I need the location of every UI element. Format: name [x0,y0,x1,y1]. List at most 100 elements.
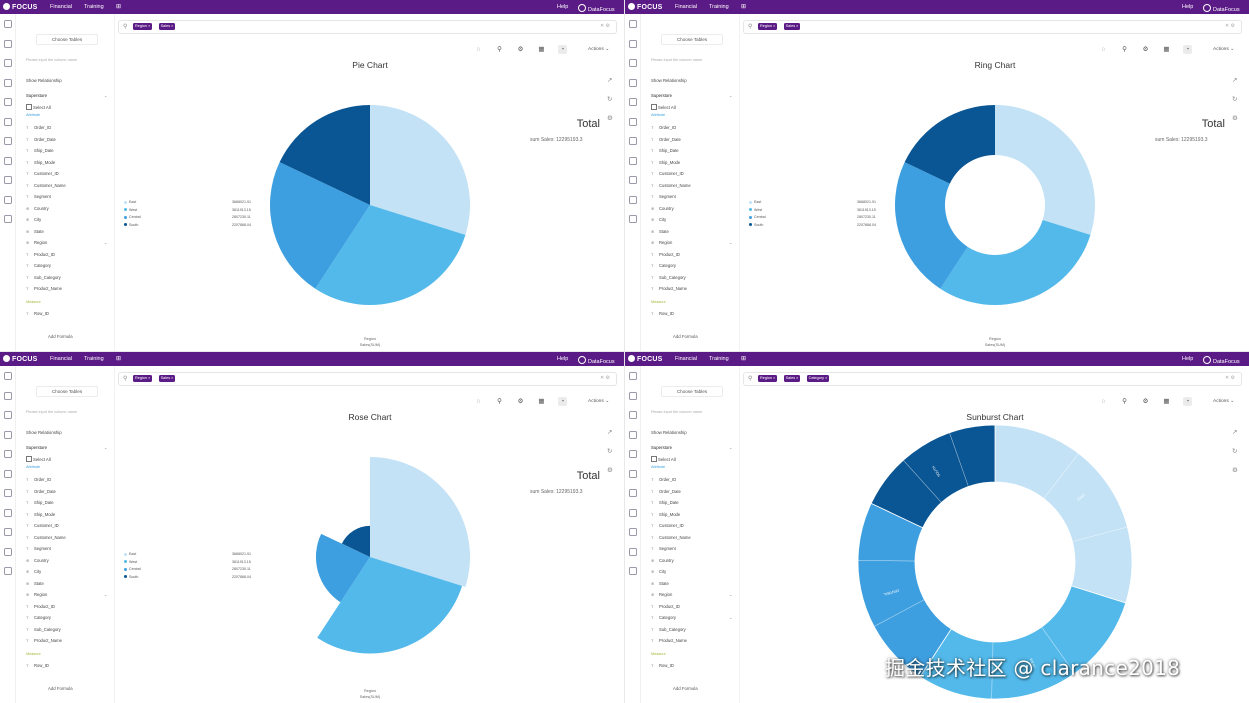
field-item[interactable]: T Customer_ID [26,171,59,176]
logo[interactable]: FOCUS [3,3,38,11]
search-tag[interactable]: Sales × [783,23,801,30]
refresh-icon[interactable]: ↻ [1232,447,1237,455]
field-item[interactable]: ⊕ Region ⌄ [26,592,107,597]
chevron-down-icon[interactable]: ⌄ [104,445,107,450]
help-link[interactable]: Help [1182,356,1193,362]
close-icon[interactable]: × [772,24,775,28]
settings-icon[interactable]: ⚙ [1141,397,1150,406]
field-item[interactable]: ⊕ State [26,581,44,586]
legend-item[interactable]: West 3611913.15 [749,208,877,214]
field-item[interactable]: T Ship_Date [651,148,679,153]
search-tag[interactable]: Region × [758,23,778,30]
close-icon[interactable]: × [170,24,173,28]
search-bar[interactable]: ⚲ Region × Sales × ✕ ⚙ [118,372,617,386]
field-item[interactable]: ⊕ Country [26,206,49,211]
column-search-input[interactable]: Please input the column name [651,410,702,414]
field-item[interactable]: T Sub_Category [26,627,61,632]
import-icon[interactable] [629,137,637,145]
logo[interactable]: FOCUS [3,355,38,363]
field-item[interactable]: T Row_ID [26,663,49,668]
view-icon[interactable] [629,430,637,439]
close-icon[interactable]: × [824,376,827,380]
field-item[interactable]: ⊕ Country [26,558,49,563]
column-search-input[interactable]: Please input the column name [26,410,77,414]
trend-icon[interactable]: ↗ [607,428,612,436]
clear-icon[interactable]: ✕ ⚙ [600,375,610,381]
field-item[interactable]: T Category [26,263,51,268]
choose-tables-button[interactable]: Choose Tables [661,34,723,45]
slice-south[interactable] [870,424,996,529]
show-relationship-link[interactable]: Show Relationship [651,78,687,83]
field-item[interactable]: T Product_Name [651,286,687,291]
home-icon[interactable] [629,372,637,380]
clear-icon[interactable]: ✕ ⚙ [1225,375,1235,381]
choose-tables-button[interactable]: Choose Tables [36,34,98,45]
column-search-input[interactable]: Please input the column name [651,58,702,62]
chevron-down-icon[interactable]: ⌄ [729,592,732,597]
nav-financial[interactable]: Financial [675,356,697,362]
logo[interactable]: FOCUS [628,3,663,11]
legend-item[interactable]: East 3668021.91 [124,552,252,558]
user-icon[interactable] [4,508,12,517]
table-name[interactable]: Superstore [651,93,672,98]
close-icon[interactable]: × [772,376,775,380]
search-tag[interactable]: Category × [806,375,830,382]
legend-item[interactable]: Central 2807230.11 [124,567,252,573]
settings-icon[interactable]: ⚙ [607,466,613,474]
add-formula-button[interactable]: Add Formula [673,686,698,691]
column-search-input[interactable]: Please input the column name [26,58,77,62]
field-item[interactable]: T Ship_Mode [651,160,680,165]
field-item[interactable]: T Product_ID [26,604,55,609]
trend-icon[interactable]: ↗ [1232,76,1237,84]
chart-type-icon[interactable]: ◔ [1183,397,1192,406]
flow-icon[interactable] [629,547,637,556]
field-item[interactable]: ⊕ Region ⌄ [651,240,732,245]
field-item[interactable]: T Category ⌄ [651,615,732,620]
clear-icon[interactable]: ✕ ⚙ [600,23,610,29]
slice-east[interactable] [995,105,1095,235]
document-icon[interactable] [629,176,637,184]
refresh-icon[interactable]: ↻ [607,95,612,103]
chart-type-icon[interactable]: ◔ [558,45,567,54]
field-item[interactable]: T Ship_Mode [26,160,55,165]
search-tag[interactable]: Sales × [158,375,176,382]
table-view-icon[interactable]: ▦ [1162,45,1171,54]
close-icon[interactable]: × [795,24,798,28]
field-item[interactable]: T Segment [651,546,676,551]
pin-icon[interactable]: ⚲ [495,397,504,406]
comment-icon[interactable]: ◌ [1099,45,1108,54]
table-name[interactable]: Superstore [26,445,47,450]
add-formula-button[interactable]: Add Formula [673,334,698,339]
field-item[interactable]: T Customer_Name [651,535,691,540]
field-item[interactable]: T Ship_Date [26,148,54,153]
history-icon[interactable] [629,411,637,419]
field-item[interactable]: ⊕ City [651,569,666,574]
user-icon[interactable] [629,508,637,517]
field-item[interactable]: ⊕ City [26,217,41,222]
grid-icon[interactable]: ⊞ [741,3,746,10]
table-name[interactable]: Superstore [26,93,47,98]
legend-item[interactable]: East 3668021.91 [124,200,252,206]
field-item[interactable]: T Customer_ID [651,523,684,528]
actions-dropdown[interactable]: Actions ⌄ [1213,47,1234,52]
search-tag[interactable]: Sales × [158,23,176,30]
legend-item[interactable]: South 2207868.04 [124,223,252,229]
table-name[interactable]: Superstore [651,445,672,450]
field-item[interactable]: T Product_ID [651,604,680,609]
add-formula-button[interactable]: Add Formula [48,686,73,691]
field-item[interactable]: T Product_Name [26,286,62,291]
select-all-checkbox[interactable]: Select All [651,104,676,110]
legend-item[interactable]: West 3611913.15 [124,560,252,566]
field-item[interactable]: T Segment [651,194,676,199]
slice-east[interactable] [994,424,1133,604]
table-icon[interactable] [4,450,12,458]
search-bar[interactable]: ⚲ Region × Sales × ✕ ⚙ [118,20,617,34]
field-item[interactable]: T Order_ID [26,125,51,130]
choose-tables-button[interactable]: Choose Tables [661,386,723,397]
slice-central[interactable] [857,502,952,678]
home-icon[interactable] [4,372,12,380]
select-all-checkbox[interactable]: Select All [26,104,51,110]
settings-icon[interactable]: ⚙ [516,397,525,406]
field-item[interactable]: T Order_ID [651,125,676,130]
view-icon[interactable] [4,430,12,439]
